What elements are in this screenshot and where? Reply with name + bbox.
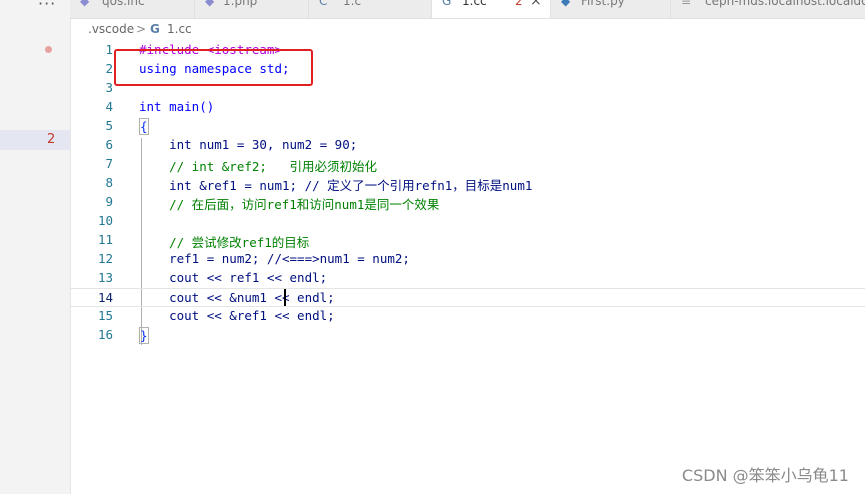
activity-bar: ··· 2	[0, 0, 71, 494]
line-text: // int &ref2; 引用必须初始化	[139, 159, 378, 174]
tab-1-php[interactable]: ◆ 1.php	[195, 0, 309, 18]
code-line[interactable]: 11 // 尝试修改ref1的目标	[70, 231, 865, 250]
line-text: {	[139, 118, 149, 135]
code-line[interactable]: 7 // int &ref2; 引用必须初始化	[70, 155, 865, 174]
tab-problem-count: 2	[515, 0, 523, 8]
line-number: 9	[105, 194, 113, 209]
line-number: 11	[97, 232, 113, 247]
line-number: 2	[105, 61, 113, 76]
text-cursor	[284, 289, 286, 306]
code-line[interactable]: 16 }	[70, 326, 865, 345]
watermark: CSDN @笨笨小乌龟11	[681, 466, 849, 485]
breakpoint-indicator	[45, 46, 52, 53]
breadcrumb-file[interactable]: 1.cc	[167, 22, 192, 36]
tab-first-py[interactable]: ◆ First.py	[551, 0, 671, 18]
line-number: 1	[105, 42, 113, 57]
file-icon: ≡	[681, 0, 692, 8]
cpp-file-icon: G	[150, 22, 160, 36]
code-line[interactable]: 12 ref1 = num2; //<===>num1 = num2;	[70, 250, 865, 269]
line-number: 15	[97, 308, 113, 323]
code-line[interactable]: 6 int num1 = 30, num2 = 90;	[70, 136, 865, 155]
more-actions-icon[interactable]: ···	[38, 0, 56, 13]
line-text: int &ref1 = num1; // 定义了一个引用refn1，目标是num…	[139, 178, 533, 193]
python-file-icon: ◆	[561, 0, 571, 8]
line-number: 7	[105, 156, 113, 171]
tab-1-cc[interactable]: G 1.cc 2 ×	[432, 0, 551, 18]
line-text: cout << ref1 << endl;	[139, 270, 328, 285]
line-text: // 尝试修改ref1的目标	[139, 235, 310, 250]
tab-label: ceph-mds.localhost.localdom	[705, 0, 865, 8]
line-number: 13	[97, 270, 113, 285]
problem-row[interactable]: 2	[0, 130, 70, 150]
php-icon: ◆	[80, 0, 90, 8]
code-line[interactable]: 15 cout << &ref1 << endl;	[70, 307, 865, 326]
highlight-annotation-box	[114, 49, 313, 86]
problem-count: 2	[47, 132, 56, 147]
code-line[interactable]: 4 int main()	[70, 98, 865, 117]
line-number: 8	[105, 175, 113, 190]
cpp-file-icon: G	[442, 0, 452, 8]
editor-tabs: ◆ qos.inc ◆ 1.php C 1.c G 1.cc 2 × ◆ Fir…	[70, 0, 865, 19]
line-text: // 在后面，访问ref1和访问num1是同一个效果	[139, 197, 440, 212]
line-text: int num1 = 30, num2 = 90;	[139, 137, 358, 152]
breadcrumb-folder[interactable]: .vscode	[88, 22, 134, 36]
line-text: ref1 = num2; //<===>num1 = num2;	[139, 251, 410, 266]
tab-label: qos.inc	[102, 0, 145, 8]
tab-qos-inc[interactable]: ◆ qos.inc	[70, 0, 195, 18]
line-text: cout << &ref1 << endl;	[139, 308, 335, 323]
line-text: int main()	[139, 99, 215, 114]
line-number: 12	[97, 251, 113, 266]
tab-ceph-mds[interactable]: ≡ ceph-mds.localhost.localdom	[671, 0, 865, 18]
code-line[interactable]: 13 cout << ref1 << endl;	[70, 269, 865, 288]
line-text: cout << &num1 << endl;	[139, 290, 335, 305]
code-line[interactable]: 9 // 在后面，访问ref1和访问num1是同一个效果	[70, 193, 865, 212]
php-icon: ◆	[205, 0, 215, 8]
code-line[interactable]: 5 {	[70, 117, 865, 136]
line-number: 4	[105, 99, 113, 114]
line-text: }	[139, 327, 149, 344]
c-file-icon: C	[319, 0, 328, 8]
tab-label: 1.php	[223, 0, 258, 8]
code-line[interactable]: 8 int &ref1 = num1; // 定义了一个引用refn1，目标是n…	[70, 174, 865, 193]
breadcrumb-separator: >	[136, 22, 147, 36]
line-number: 14	[97, 290, 113, 305]
tab-label: 1.c	[343, 0, 362, 8]
code-line[interactable]: 10	[70, 212, 865, 231]
tab-label: 1.cc	[462, 0, 487, 8]
line-number: 5	[105, 118, 113, 133]
tab-label: First.py	[581, 0, 625, 8]
line-number: 6	[105, 137, 113, 152]
code-line-current[interactable]: 14 cout << &num1 << endl;	[70, 288, 865, 307]
line-number: 3	[105, 80, 113, 95]
close-icon[interactable]: ×	[530, 0, 542, 9]
code-editor[interactable]: 1 #include <iostream> 2 using namespace …	[70, 40, 865, 494]
line-number: 16	[97, 327, 113, 342]
tab-1-c[interactable]: C 1.c	[309, 0, 432, 18]
line-number: 10	[97, 213, 113, 228]
